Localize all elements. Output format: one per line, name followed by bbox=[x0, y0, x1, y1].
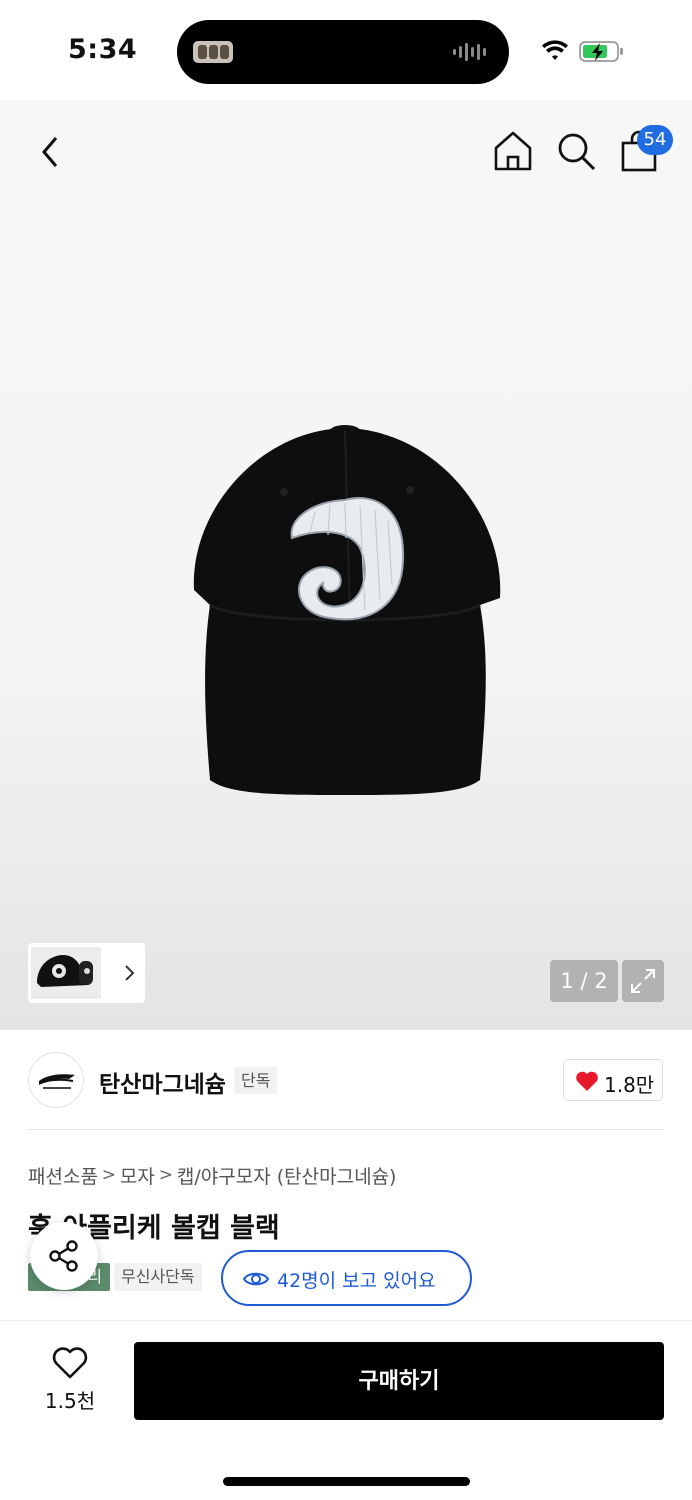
dynamic-island bbox=[177, 20, 509, 84]
chevron-left-icon[interactable] bbox=[28, 130, 72, 174]
viewers-text: 42명이 보고 있어요 bbox=[277, 1270, 436, 1292]
home-icon[interactable] bbox=[490, 128, 536, 174]
search-icon[interactable] bbox=[553, 128, 599, 174]
thumbnail-image[interactable] bbox=[31, 947, 101, 999]
home-indicator bbox=[223, 1477, 470, 1486]
breadcrumb-item[interactable]: 캡/야구모자 (탄산마그네슘) bbox=[177, 1162, 397, 1189]
now-playing-thumbnail bbox=[193, 41, 233, 63]
status-bar: 5:34 bbox=[0, 0, 692, 100]
brand-like-count: 1.8만 bbox=[604, 1073, 655, 1097]
exclusive-tag: 단독 bbox=[234, 1067, 278, 1094]
brand-logo[interactable] bbox=[28, 1052, 84, 1108]
share-icon bbox=[49, 1240, 78, 1272]
thumbnail-strip[interactable] bbox=[28, 943, 145, 1003]
breadcrumb-separator-icon: > bbox=[101, 1165, 117, 1185]
top-navigation bbox=[0, 112, 692, 192]
image-pager: 1 / 2 bbox=[550, 960, 618, 1002]
expand-icon[interactable] bbox=[622, 960, 664, 1002]
wifi-battery-icon bbox=[542, 40, 623, 62]
status-time: 5:34 bbox=[68, 34, 138, 65]
heart-outline-icon bbox=[52, 1347, 88, 1379]
brand-row: 탄산마그네슘 단독 1.8만 bbox=[0, 1031, 692, 1131]
chevron-right-icon[interactable] bbox=[123, 963, 137, 983]
buy-button[interactable]: 구매하기 bbox=[134, 1342, 664, 1420]
viewers-badge[interactable]: 42명이 보고 있어요 bbox=[221, 1250, 472, 1306]
audio-wave-icon bbox=[453, 43, 486, 61]
cart-count-badge: 54 bbox=[637, 125, 673, 155]
eye-icon bbox=[243, 1272, 269, 1286]
share-button[interactable] bbox=[30, 1222, 98, 1290]
breadcrumb-item[interactable]: 모자 bbox=[120, 1162, 155, 1189]
product-image-gallery[interactable]: 1 / 2 bbox=[0, 100, 692, 1030]
breadcrumb-separator-icon: > bbox=[158, 1165, 174, 1185]
brand-name[interactable]: 탄산마그네슘 bbox=[99, 1065, 226, 1099]
bottom-action-bar: 1.5천 구매하기 bbox=[0, 1320, 692, 1500]
heart-filled-icon bbox=[576, 1071, 598, 1091]
wishlist-count: 1.5천 bbox=[44, 1389, 96, 1413]
product-image-ball-cap bbox=[193, 425, 501, 795]
divider bbox=[28, 1129, 664, 1130]
breadcrumb-item[interactable]: 패션소품 bbox=[28, 1162, 98, 1189]
tag-musinsa-exclusive: 무신사단독 bbox=[114, 1263, 202, 1291]
breadcrumb: 패션소품 > 모자 > 캡/야구모자 (탄산마그네슘) bbox=[28, 1162, 396, 1188]
brand-like-button[interactable]: 1.8만 bbox=[563, 1059, 663, 1101]
wishlist-button[interactable]: 1.5천 bbox=[34, 1345, 106, 1417]
